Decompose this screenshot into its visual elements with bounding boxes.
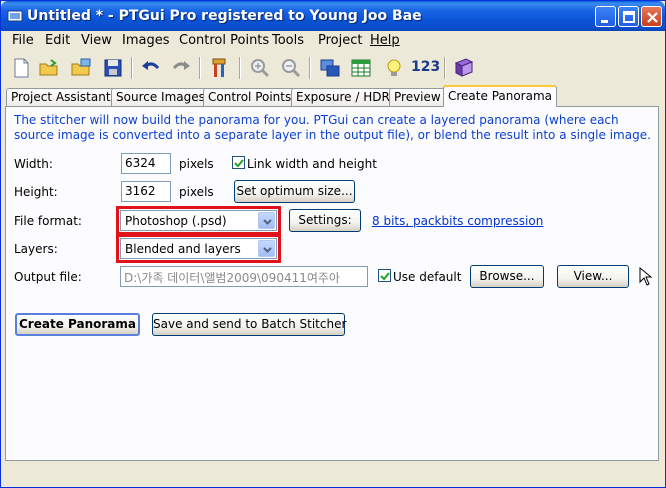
width-unit: pixels [179,157,214,171]
height-label: Height: [14,185,58,199]
height-input[interactable]: 3162 [121,181,171,202]
menu-bar: File Edit View Images Control Points Too… [1,31,665,51]
toolbar-separator [444,57,446,79]
tab-source-images[interactable]: Source Images [111,88,210,107]
width-input[interactable]: 6324 [121,153,171,174]
tab-preview[interactable]: Preview [389,88,446,107]
help-book-icon[interactable] [452,56,476,80]
lightbulb-icon[interactable] [382,56,406,80]
use-default-label: Use default [393,270,462,284]
status-bar [5,463,659,483]
tab-control-points[interactable]: Control Points [203,88,297,107]
menu-control-points[interactable]: Control Points [179,33,269,48]
menu-file[interactable]: File [12,33,34,48]
undo-icon[interactable] [139,56,163,80]
tab-project-assistant[interactable]: Project Assistant [6,88,116,107]
close-button[interactable] [641,6,662,27]
app-window: Untitled * - PTGui Pro registered to You… [0,0,666,488]
title-bar[interactable]: Untitled * - PTGui Pro registered to You… [1,1,665,31]
open-folder-icon[interactable] [37,56,61,80]
maximize-button[interactable] [618,6,639,27]
minimize-icon [601,20,608,23]
chevron-down-icon [263,219,272,225]
tab-exposure-hdr[interactable]: Exposure / HDR [291,88,395,107]
minimize-button[interactable] [595,6,616,27]
numbers-button[interactable]: 123 [411,59,440,75]
menu-tools[interactable]: Tools [272,33,304,48]
dropdown-arrow[interactable] [258,212,275,229]
menu-view[interactable]: View [81,33,112,48]
file-format-label: File format: [14,214,82,228]
layers-label: Layers: [14,242,58,256]
settings-link[interactable]: 8 bits, packbits compression [372,214,543,228]
checkmark-icon [234,159,244,168]
tab-create-panorama[interactable]: Create Panorama [443,85,558,107]
create-panorama-panel: The stitcher will now build the panorama… [5,106,659,461]
zoom-out-icon[interactable] [279,56,303,80]
output-file-input[interactable]: D:\가족 데이터\앨범2009\090411여주아 [120,266,368,287]
mouse-cursor-icon [639,267,653,286]
batch-stitcher-button[interactable]: Save and send to Batch Stitcher [152,313,346,336]
view-button[interactable]: View... [557,265,629,288]
checkmark-icon [380,272,390,281]
height-unit: pixels [179,185,214,199]
layers-select[interactable]: Blended and layers [120,238,277,259]
menu-help[interactable]: Help [370,33,400,48]
toolbar-separator [239,57,241,79]
browse-button[interactable]: Browse... [470,265,544,288]
info-text: The stitcher will now build the panorama… [14,113,651,142]
use-default-checkbox[interactable] [378,269,391,282]
menu-edit[interactable]: Edit [45,33,70,48]
tab-strip: Project Assistant Source Images Control … [1,85,665,107]
dropdown-arrow[interactable] [258,240,275,257]
output-file-label: Output file: [14,270,82,284]
chevron-down-icon [263,247,272,253]
toolbar-separator [131,57,133,79]
toolbar-separator [309,57,311,79]
file-format-value: Photoshop (.psd) [125,214,227,228]
app-icon [7,10,23,22]
layers-value: Blended and layers [125,242,241,256]
toolbar: 123 [1,53,665,83]
create-panorama-button[interactable]: Create Panorama [15,313,140,336]
set-optimum-size-button[interactable]: Set optimum size... [234,180,355,203]
menu-project[interactable]: Project [318,33,362,48]
optimizer-tools-icon[interactable] [207,56,231,80]
toolbar-separator [199,57,201,79]
table-editor-icon[interactable] [349,56,373,80]
link-dimensions-checkbox[interactable] [232,156,245,169]
panorama-editor-icon[interactable] [318,56,342,80]
redo-icon[interactable] [169,56,193,80]
menu-images[interactable]: Images [122,33,170,48]
settings-button[interactable]: Settings: [289,209,361,232]
link-dimensions-label: Link width and height [247,157,377,171]
add-images-icon[interactable] [69,56,93,80]
file-format-select[interactable]: Photoshop (.psd) [120,210,277,231]
close-icon [647,12,658,23]
window-title: Untitled * - PTGui Pro registered to You… [27,8,422,24]
maximize-icon [623,11,635,23]
save-icon[interactable] [101,56,125,80]
zoom-in-icon[interactable] [248,56,272,80]
new-file-icon[interactable] [9,56,33,80]
width-label: Width: [14,157,53,171]
